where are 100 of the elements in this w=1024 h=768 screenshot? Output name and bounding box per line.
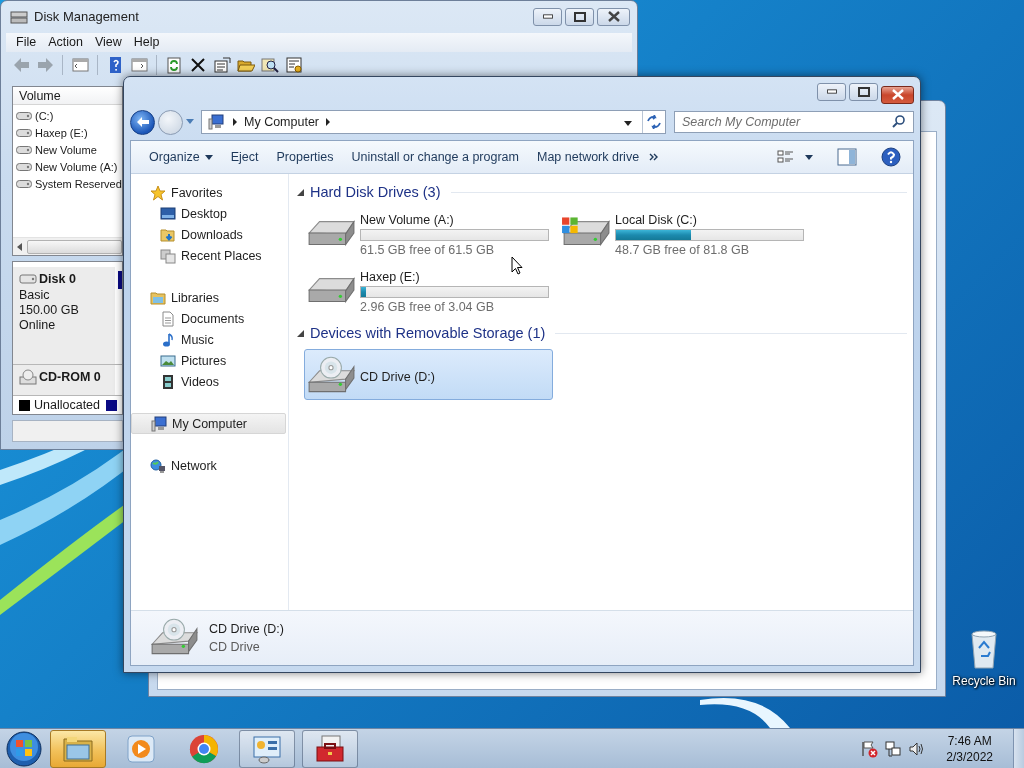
start-button[interactable] [4,730,44,767]
toolbar-button[interactable]: Map network drive [528,147,650,167]
triangle-icon[interactable] [297,329,304,337]
menu-item[interactable]: Action [44,33,91,52]
breadcrumb[interactable]: My Computer [244,115,320,129]
list-item[interactable]: New Volume [35,143,97,156]
drive-tile[interactable]: Local Disk (C:) 48.7 GB free of 81.8 GB [559,208,808,259]
action-pane-icon[interactable] [130,56,148,75]
taskbar-button[interactable] [239,729,295,768]
close-button[interactable] [881,85,914,104]
picture-icon [160,352,176,369]
folder-icon [150,289,166,306]
menu-item[interactable]: Help [129,33,168,52]
list-item[interactable]: New Volume (A:) [35,160,118,173]
properties-icon[interactable] [213,56,231,75]
dropdown-caret-icon [204,154,213,160]
dropdown-caret-icon[interactable] [624,121,632,126]
close-button[interactable] [597,7,630,26]
browser-icon [188,732,220,765]
magnifier-icon[interactable] [261,56,279,75]
nav-item[interactable]: Music [131,329,288,350]
search-icon[interactable] [891,114,907,130]
toolbar-button[interactable]: Organize [141,147,223,167]
minimize-icon [826,89,837,94]
computer-icon [151,415,167,432]
dropdown-caret-icon[interactable] [805,154,813,160]
triangle-icon[interactable] [297,188,304,196]
network-icon[interactable] [884,739,903,758]
address-bar[interactable]: My Computer [201,110,666,134]
folder-icon [160,226,176,243]
nav-item[interactable]: Recent Places [131,245,288,266]
close-icon [607,11,620,23]
maximize-icon [573,11,586,22]
music-note-icon [160,331,176,348]
view-options-icon[interactable] [777,149,795,165]
legend-label: Unallocated [34,398,100,412]
nav-item[interactable]: Videos [131,371,288,392]
maximize-button[interactable] [565,7,594,26]
back-button[interactable] [130,109,155,135]
menu-item[interactable]: File [12,33,45,52]
disk-detail: Basic [19,288,51,302]
disk-name: CD-ROM 0 [39,370,101,385]
desktop-icon-label[interactable]: Recycle Bin [952,674,1016,688]
taskbar-button[interactable] [302,729,358,768]
minimize-button[interactable] [533,7,562,26]
group-header[interactable]: Devices with Removable Storage (1) [310,325,546,341]
nav-item[interactable]: My Computer [131,413,286,434]
clock-time[interactable]: 7:46 AM [947,732,992,749]
pointer-icon [511,256,523,275]
refresh-icon[interactable] [165,56,183,75]
group-header[interactable]: Hard Disk Drives (3) [310,184,441,200]
minimize-button[interactable] [817,82,846,101]
free-space-text: 2.96 GB free of 3.04 GB [360,300,496,314]
drive-tile[interactable]: Haxep (E:) 2.96 GB free of 3.04 GB [304,265,553,316]
nav-item[interactable]: Documents [131,308,288,329]
chevron-icon[interactable] [325,118,332,126]
free-space-text: 61.5 GB free of 61.5 GB [360,243,496,257]
network-icon [150,457,166,474]
more-icon[interactable] [649,153,660,161]
drive-name: New Volume (A:) [360,213,455,227]
flag-icon[interactable] [860,739,879,758]
star-icon [150,184,166,201]
toolbar-button[interactable]: Properties [268,147,344,167]
scroll-left-icon [17,242,23,251]
disk-management-icon [10,8,28,25]
maximize-button[interactable] [849,82,878,101]
drive-name: CD Drive (D:) [360,369,435,384]
list-item[interactable]: Haxep (E:) [35,126,88,139]
toolbar-button[interactable]: Eject [222,147,269,167]
drive-icon [16,111,32,120]
menu-item[interactable]: View [90,33,130,52]
cd-icon [19,369,37,386]
disk-name: Disk 0 [39,272,76,286]
toolbar-button[interactable]: Uninstall or change a program [343,147,529,167]
chevron-icon[interactable] [232,118,238,126]
item-name: CD Drive (D:) [209,622,284,636]
maximize-icon [857,86,870,97]
nav-item[interactable]: Favorites [131,182,288,203]
nav-item[interactable]: Network [131,455,288,476]
nav-item[interactable]: Desktop [131,203,288,224]
item-type: CD Drive [209,640,261,654]
drive-icon [16,128,32,137]
clock-date[interactable]: 2/3/2022 [946,748,993,765]
desktop-icon [160,205,176,222]
drive-tile[interactable]: New Volume (A:) 61.5 GB free of 61.5 GB [304,208,553,259]
list-item[interactable]: (C:) [35,109,54,122]
help-icon[interactable] [881,147,901,167]
list-item[interactable]: System Reserved [35,177,122,190]
drive-icon [16,162,32,171]
settings-icon[interactable] [285,56,303,75]
nav-item[interactable]: Pictures [131,350,288,371]
search-field[interactable]: Search My Computer [674,111,914,133]
drive-name: Haxep (E:) [360,270,421,284]
nav-item[interactable]: Downloads [131,224,288,245]
drive-name: Local Disk (C:) [615,213,698,227]
document-icon [160,310,176,327]
drive-tile[interactable]: CD Drive (D:) [304,349,553,400]
nav-item[interactable]: Libraries [131,287,288,308]
back-arrow-icon [135,116,150,128]
scrollbar[interactable] [13,237,122,255]
